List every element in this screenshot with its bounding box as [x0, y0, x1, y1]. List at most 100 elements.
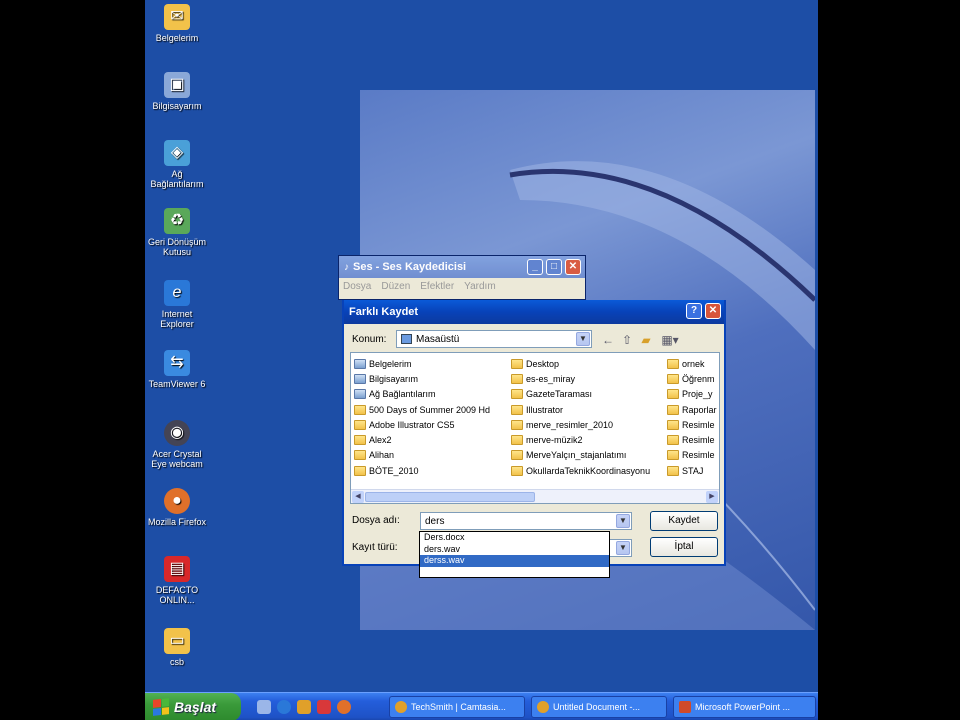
- scroll-right-icon[interactable]: ▶: [706, 491, 718, 503]
- file-name: merve-müzik2: [526, 435, 583, 446]
- help-icon[interactable]: ?: [686, 303, 702, 319]
- location-dropdown[interactable]: Masaüstü ▼: [396, 330, 592, 348]
- file-list[interactable]: Belgelerim Bilgisayarım Ağ Bağlantılarım 50…: [350, 352, 720, 504]
- desktop-icon-firefox[interactable]: ● Mozilla Firefox: [145, 488, 209, 527]
- desktop-icon-label: Belgelerim: [155, 33, 199, 43]
- desktop-icon-network[interactable]: ◈ Ağ Bağlantılarım: [145, 140, 209, 189]
- task-label: Microsoft PowerPoint ...: [695, 702, 791, 712]
- folder-icon: [511, 419, 523, 430]
- taskbar-item-camtasia[interactable]: TechSmith | Camtasia...: [389, 696, 525, 718]
- file-list-item[interactable]: ornek: [667, 356, 719, 371]
- folder-icon: [511, 450, 523, 461]
- folder-icon: [354, 404, 366, 415]
- back-arrow-icon[interactable]: ←: [600, 332, 616, 348]
- save-button[interactable]: Kaydet: [650, 511, 718, 531]
- folder-icon: [354, 419, 366, 430]
- quicklaunch-icon-4[interactable]: [317, 700, 331, 714]
- file-name: Öğrenm: [682, 373, 715, 384]
- minimize-button[interactable]: _: [527, 259, 543, 275]
- file-list-item[interactable]: merve_resimler_2010: [511, 417, 661, 432]
- autocomplete-item[interactable]: ders.wav: [420, 544, 609, 556]
- close-icon[interactable]: ✕: [705, 303, 721, 319]
- folder-icon: [667, 389, 679, 400]
- folder-icon: [667, 404, 679, 415]
- filename-autocomplete-list[interactable]: Ders.docx ders.wav derss.wav: [419, 531, 610, 578]
- file-list-item[interactable]: Alihan: [354, 448, 509, 463]
- chevron-down-icon[interactable]: ▼: [616, 514, 630, 528]
- file-list-item[interactable]: Belgelerim: [354, 356, 509, 371]
- folder-icon: [511, 389, 523, 400]
- menu-file[interactable]: Dosya: [343, 281, 371, 292]
- filetype-label: Kayıt türü:: [352, 542, 398, 553]
- file-list-item[interactable]: BÖTE_2010: [354, 463, 509, 478]
- desktop-icon-recycle-bin[interactable]: ♻ Geri Dönüşüm Kutusu: [145, 208, 209, 257]
- sound-recorder-window[interactable]: ♪ Ses - Ses Kaydedicisi _ □ ✕ Dosya Düze…: [338, 255, 586, 300]
- desktop-icon-internet-explorer[interactable]: e Internet Explorer: [145, 280, 209, 329]
- desktop-icon-label: Bilgisayarım: [152, 101, 202, 111]
- view-menu-icon[interactable]: ▦▾: [658, 332, 682, 348]
- internet-explorer-quicklaunch-icon[interactable]: [277, 700, 291, 714]
- taskbar-item-untitled-document[interactable]: Untitled Document -...: [531, 696, 667, 718]
- scrollbar-thumb[interactable]: [365, 492, 535, 502]
- file-name: ornek: [682, 358, 705, 369]
- filename-input[interactable]: ders ▼: [420, 512, 632, 530]
- file-list-item[interactable]: Resimle: [667, 432, 719, 447]
- file-list-item[interactable]: es-es_miray: [511, 371, 661, 386]
- save-as-dialog[interactable]: Farklı Kaydet ? ✕ Konum: Masaüstü ▼ ← ⇧ …: [342, 300, 726, 566]
- recorder-titlebar[interactable]: ♪ Ses - Ses Kaydedicisi _ □ ✕: [339, 256, 585, 278]
- firefox-quicklaunch-icon[interactable]: [337, 700, 351, 714]
- quicklaunch-icon-3[interactable]: [297, 700, 311, 714]
- file-list-item[interactable]: OkullardaTeknikKoordinasyonu: [511, 463, 661, 478]
- horizontal-scrollbar[interactable]: ◀ ▶: [351, 489, 719, 503]
- filename-value: ders: [425, 515, 445, 527]
- desktop-icon-webcam[interactable]: ◉ Acer Crystal Eye webcam: [145, 420, 209, 469]
- desktop-icon-label: Geri Dönüşüm Kutusu: [147, 237, 207, 257]
- file-list-item[interactable]: MerveYalçın_stajanlatımı: [511, 448, 661, 463]
- file-column-3: ornek Öğrenm Proje_y Raporlar Resimle Resimle…: [667, 356, 719, 478]
- folder-icon: [511, 358, 523, 369]
- close-button[interactable]: ✕: [565, 259, 581, 275]
- recorder-title: Ses - Ses Kaydedicisi: [353, 261, 467, 273]
- file-list-item[interactable]: Illustrator: [511, 402, 661, 417]
- file-list-item[interactable]: GazeteTaraması: [511, 387, 661, 402]
- file-list-item[interactable]: Bilgisayarım: [354, 371, 509, 386]
- new-folder-icon[interactable]: ▰: [638, 332, 654, 348]
- chevron-down-icon[interactable]: ▼: [616, 541, 630, 555]
- file-list-item[interactable]: Ağ Bağlantılarım: [354, 387, 509, 402]
- show-desktop-icon[interactable]: [257, 700, 271, 714]
- task-label: Untitled Document -...: [553, 702, 641, 712]
- chrome-icon: [395, 701, 407, 713]
- file-list-item[interactable]: 500 Days of Summer 2009 Hd: [354, 402, 509, 417]
- file-list-item[interactable]: Adobe Illustrator CS5: [354, 417, 509, 432]
- system-folder-icon: [354, 389, 366, 400]
- desktop-icon-documents[interactable]: ✉ Belgelerim: [145, 4, 209, 43]
- desktop-icon-computer[interactable]: ▣ Bilgisayarım: [145, 72, 209, 111]
- start-button[interactable]: Başlat: [145, 693, 241, 720]
- file-column-2: Desktop es-es_miray GazeteTaraması Illustra…: [511, 356, 661, 478]
- taskbar-item-powerpoint[interactable]: Microsoft PowerPoint ...: [673, 696, 816, 718]
- scroll-left-icon[interactable]: ◀: [352, 491, 364, 503]
- autocomplete-item-selected[interactable]: derss.wav: [420, 555, 609, 567]
- file-list-item[interactable]: Resimle: [667, 417, 719, 432]
- desktop-icon-defacto[interactable]: ▤ DEFACTO ONLIN...: [145, 556, 209, 605]
- desktop-icon-teamviewer[interactable]: ⇆ TeamViewer 6: [145, 350, 209, 389]
- chevron-down-icon[interactable]: ▼: [576, 332, 590, 346]
- menu-edit[interactable]: Düzen: [381, 281, 410, 292]
- file-list-item[interactable]: STAJ: [667, 463, 719, 478]
- file-list-item[interactable]: Desktop: [511, 356, 661, 371]
- file-list-item[interactable]: Raporlar: [667, 402, 719, 417]
- menu-effects[interactable]: Efektler: [420, 281, 454, 292]
- defacto-icon: ▤: [164, 556, 190, 582]
- file-list-item[interactable]: Öğrenm: [667, 371, 719, 386]
- menu-help[interactable]: Yardım: [464, 281, 496, 292]
- file-list-item[interactable]: Resimle: [667, 448, 719, 463]
- save-dialog-titlebar[interactable]: Farklı Kaydet ? ✕: [344, 300, 724, 324]
- autocomplete-item[interactable]: Ders.docx: [420, 532, 609, 544]
- file-list-item[interactable]: Proje_y: [667, 387, 719, 402]
- maximize-button[interactable]: □: [546, 259, 562, 275]
- desktop-icon-csb[interactable]: ▭ csb: [145, 628, 209, 667]
- file-list-item[interactable]: Alex2: [354, 432, 509, 447]
- file-list-item[interactable]: merve-müzik2: [511, 432, 661, 447]
- up-folder-icon[interactable]: ⇧: [619, 332, 635, 348]
- cancel-button[interactable]: İptal: [650, 537, 718, 557]
